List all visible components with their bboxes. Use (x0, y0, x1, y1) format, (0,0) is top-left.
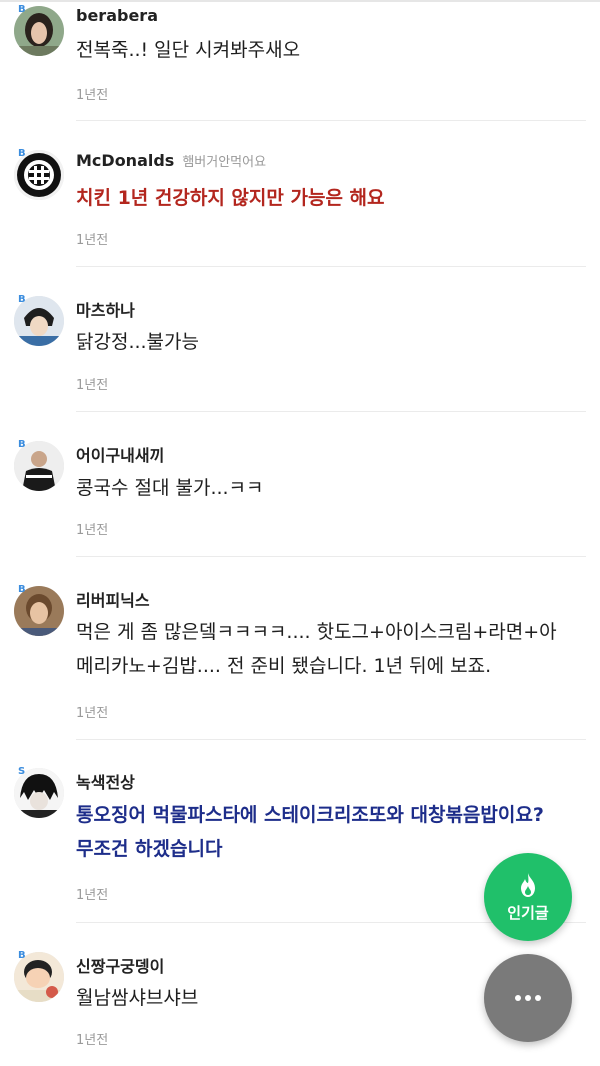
more-dots-icon (515, 995, 541, 1001)
comment-text: 콩국수 절대 불가...ㅋㅋ (76, 477, 264, 499)
user-row: 녹색전상 (76, 769, 135, 793)
level-badge: B (18, 4, 26, 15)
user-row: 리버피닉스 (76, 587, 150, 611)
more-options-button[interactable] (484, 954, 572, 1042)
username[interactable]: McDonalds (76, 151, 174, 170)
popular-posts-button[interactable]: 인기글 (484, 853, 572, 941)
divider (76, 266, 586, 267)
comment-time: 1년전 (76, 88, 109, 103)
username[interactable]: 신짱구궁뎅이 (76, 957, 164, 976)
divider (76, 120, 586, 121)
popular-posts-label: 인기글 (507, 903, 549, 922)
level-badge: B (18, 148, 26, 159)
username[interactable]: berabera (76, 6, 158, 25)
level-badge: B (18, 584, 26, 595)
user-row: berabera (76, 6, 158, 25)
comment-time: 1년전 (76, 888, 109, 903)
comment-text: 닭강정...불가능 (76, 331, 199, 353)
username[interactable]: 녹색전상 (76, 773, 135, 792)
comment-text-line: 먹은 게 좀 많은뎈ㅋㅋㅋㅋ.... 핫도그+아이스크림+라면+아 (76, 621, 557, 643)
user-row: 마츠하나 (76, 297, 135, 321)
divider (76, 556, 586, 557)
comment-text: 먹은 게 좀 많은뎈ㅋㅋㅋㅋ.... 핫도그+아이스크림+라면+아 메리카노+김… (76, 615, 586, 683)
comment-time: 1년전 (76, 378, 109, 393)
user-row: 신짱구궁뎅이 (76, 953, 164, 977)
level-badge: B (18, 950, 26, 961)
username[interactable]: 마츠하나 (76, 301, 135, 320)
divider (76, 411, 586, 412)
user-row: McDonalds 햄버거안먹어요 (76, 151, 266, 170)
comment-time: 1년전 (76, 523, 109, 538)
comment-text: 치킨 1년 건강하지 않지만 가능은 해요 (76, 187, 385, 209)
comment-time: 1년전 (76, 233, 109, 248)
level-badge: B (18, 439, 26, 450)
comment-time: 1년전 (76, 1033, 109, 1048)
top-divider (0, 0, 600, 2)
username[interactable]: 리버피닉스 (76, 591, 150, 610)
comment-time: 1년전 (76, 706, 109, 721)
level-badge: S (18, 766, 26, 777)
comment-screen: B berabera 전복죽..! 일단 시켜봐주새오 1년전 B McDona… (0, 0, 600, 1066)
user-tagline: 햄버거안먹어요 (182, 155, 267, 170)
level-badge: B (18, 294, 26, 305)
user-row: 어이구내새끼 (76, 442, 164, 466)
comment-text-line: 통오징어 먹물파스타에 스테이크리조또와 대창볶음밥이요? (76, 804, 544, 826)
comment-text-line: 메리카노+김밥.... 전 준비 됐습니다. 1년 뒤에 보죠. (76, 655, 492, 677)
username[interactable]: 어이구내새끼 (76, 446, 164, 465)
comment-text: 전복죽..! 일단 시켜봐주새오 (76, 39, 301, 61)
fire-icon (521, 872, 535, 897)
divider (76, 739, 586, 740)
